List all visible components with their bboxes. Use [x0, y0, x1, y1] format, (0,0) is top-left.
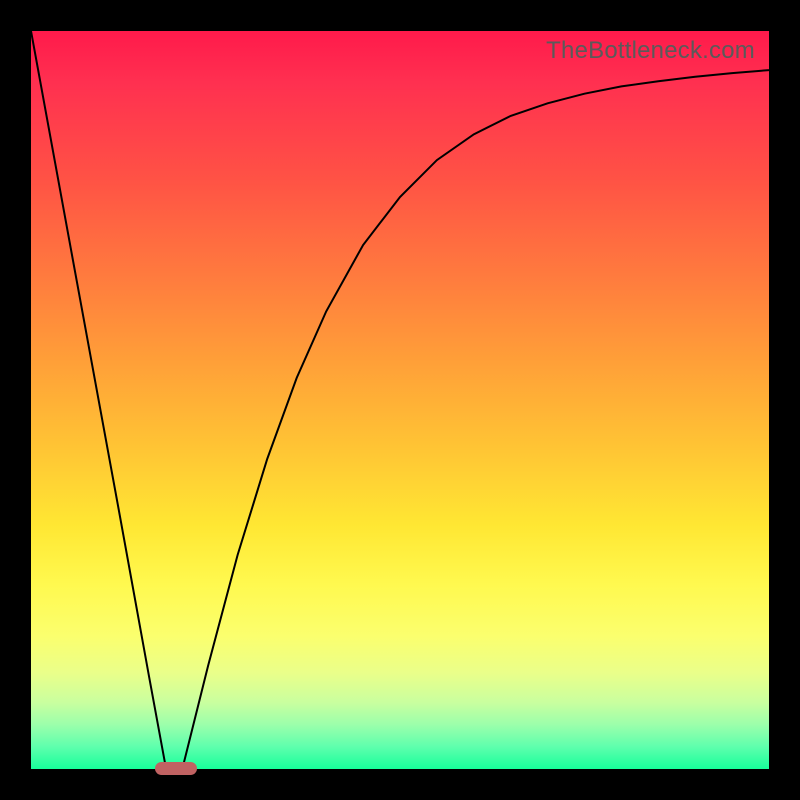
bottleneck-curve	[31, 31, 769, 769]
curve-path	[31, 31, 769, 769]
plot-area: TheBottleneck.com	[31, 31, 769, 769]
chart-frame: TheBottleneck.com	[0, 0, 800, 800]
optimal-range-marker	[155, 762, 197, 775]
